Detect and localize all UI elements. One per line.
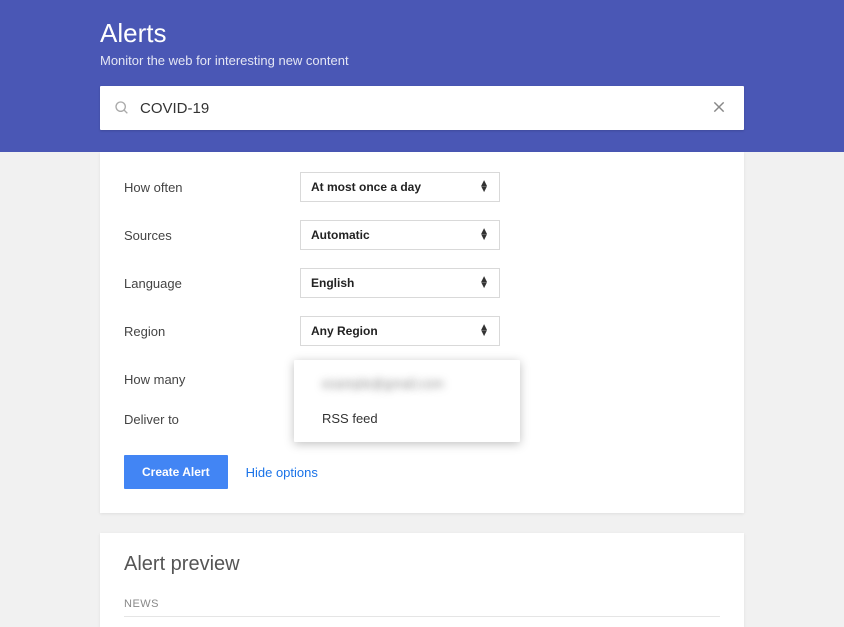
chevron-updown-icon: ▲▼	[479, 229, 489, 241]
preview-section-news: NEWS	[124, 598, 720, 617]
search-bar[interactable]	[100, 86, 744, 130]
chevron-updown-icon: ▲▼	[479, 181, 489, 193]
how-often-label: How often	[124, 180, 300, 195]
search-icon	[114, 100, 130, 116]
region-label: Region	[124, 324, 300, 339]
chevron-updown-icon: ▲▼	[479, 277, 489, 289]
deliver-to-dropdown: example@gmail.com RSS feed	[294, 360, 520, 442]
language-select[interactable]: English ▲▼	[300, 268, 500, 298]
how-many-label: How many	[124, 372, 300, 387]
chevron-updown-icon: ▲▼	[479, 325, 489, 337]
header: Alerts Monitor the web for interesting n…	[0, 0, 844, 152]
sources-label: Sources	[124, 228, 300, 243]
page-subtitle: Monitor the web for interesting new cont…	[100, 53, 744, 68]
hide-options-link[interactable]: Hide options	[246, 465, 318, 480]
alert-preview-card: Alert preview NEWS	[100, 533, 744, 627]
sources-select[interactable]: Automatic ▲▼	[300, 220, 500, 250]
clear-icon[interactable]	[708, 94, 730, 123]
region-select[interactable]: Any Region ▲▼	[300, 316, 500, 346]
options-card: How often At most once a day ▲▼ Sources …	[100, 152, 744, 513]
option-row-how-often: How often At most once a day ▲▼	[124, 172, 720, 202]
alert-preview-title: Alert preview	[124, 553, 720, 576]
deliver-to-label: Deliver to	[124, 412, 300, 427]
language-label: Language	[124, 276, 300, 291]
option-row-region: Region Any Region ▲▼	[124, 316, 720, 346]
option-row-sources: Sources Automatic ▲▼	[124, 220, 720, 250]
deliver-option-email[interactable]: example@gmail.com	[294, 366, 520, 401]
action-row: Create Alert Hide options	[124, 455, 720, 489]
deliver-option-rss[interactable]: RSS feed	[294, 401, 520, 436]
page-title: Alerts	[100, 18, 744, 49]
how-often-select[interactable]: At most once a day ▲▼	[300, 172, 500, 202]
search-input[interactable]	[140, 100, 708, 117]
create-alert-button[interactable]: Create Alert	[124, 455, 228, 489]
option-row-language: Language English ▲▼	[124, 268, 720, 298]
